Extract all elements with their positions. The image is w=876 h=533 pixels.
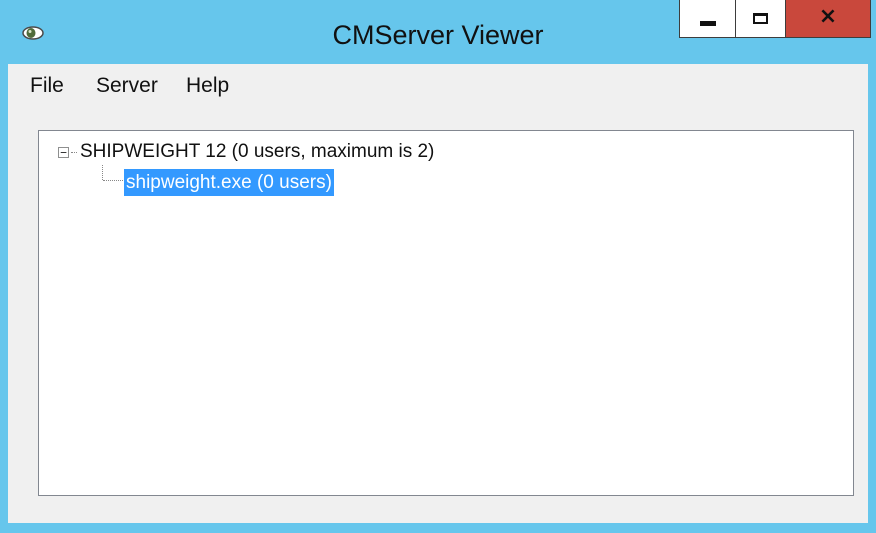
minimize-button[interactable] <box>679 0 735 38</box>
tree-connector-horizontal <box>103 180 123 181</box>
menu-bar: File Server Help <box>8 64 868 108</box>
title-bar[interactable]: CMServer Viewer × <box>0 0 876 64</box>
maximize-button[interactable] <box>735 0 785 38</box>
close-icon: × <box>818 4 838 29</box>
collapse-icon[interactable]: − <box>58 146 69 158</box>
menu-server[interactable]: Server <box>96 74 158 98</box>
menu-help[interactable]: Help <box>186 74 229 98</box>
tree-connector <box>71 151 77 153</box>
tree-node-executable-label: shipweight.exe (0 users) <box>126 171 332 193</box>
tree-node-executable[interactable]: shipweight.exe (0 users) <box>124 169 334 196</box>
close-button[interactable]: × <box>785 0 871 38</box>
maximize-icon <box>753 13 768 24</box>
tree-connector-vertical <box>102 165 103 180</box>
app-window: CMServer Viewer × File Server Help − SHI… <box>0 0 876 533</box>
tree-node-server[interactable]: − SHIPWEIGHT 12 (0 users, maximum is 2) <box>58 139 434 165</box>
menu-file[interactable]: File <box>30 74 64 98</box>
client-area: File Server Help − SHIPWEIGHT 12 (0 user… <box>8 64 868 523</box>
minimize-icon <box>699 21 716 26</box>
server-tree-view[interactable]: − SHIPWEIGHT 12 (0 users, maximum is 2) … <box>38 130 854 496</box>
tree-node-server-label: SHIPWEIGHT 12 (0 users, maximum is 2) <box>80 141 435 162</box>
